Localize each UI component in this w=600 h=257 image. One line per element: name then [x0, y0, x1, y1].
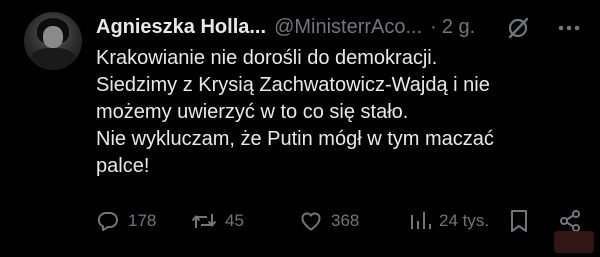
tweet-card[interactable]: Agnieszka Holla... @MinisterrAco... · 2 …: [0, 0, 600, 257]
grok-slash-circle-icon[interactable]: [506, 16, 530, 40]
like-button[interactable]: 368: [299, 205, 359, 237]
tweet-text-line: Siedzimy z Krysią Zachwatowicz-Wajdą i n…: [96, 74, 490, 96]
tweet-text-line: Krakowianie nie dorośli do demokracji.: [96, 47, 438, 69]
tweet-timestamp[interactable]: 2 g.: [442, 16, 475, 39]
header-separator: ·: [430, 15, 437, 38]
bookmark-icon: [508, 209, 530, 233]
share-icon: [558, 209, 582, 233]
views-button[interactable]: 24 tys.: [409, 205, 489, 237]
site-watermark-logo: [554, 231, 594, 253]
reply-button[interactable]: 178: [96, 205, 156, 237]
repost-button[interactable]: 45: [191, 205, 244, 237]
tweet-header: Agnieszka Holla... @MinisterrAco... · 2 …: [96, 13, 582, 41]
tweet-text-line: Nie wykluczam, że Putin mógł w tym macza…: [96, 128, 494, 150]
more-options-icon[interactable]: [556, 15, 582, 41]
reply-count: 178: [128, 211, 157, 230]
repost-count: 45: [225, 211, 244, 230]
avatar-face: [43, 26, 63, 48]
heart-icon: [299, 209, 323, 233]
views-bar-chart-icon: [409, 209, 431, 233]
reply-bubble-icon: [96, 209, 120, 233]
repost-arrows-icon: [191, 209, 217, 233]
avatar-body: [30, 48, 76, 70]
author-handle[interactable]: @MinisterrAco...: [274, 16, 422, 39]
tweet-actions: 178 45 368 24 tys.: [96, 205, 586, 237]
tweet-text-line: palce!: [96, 155, 150, 177]
views-count: 24 tys.: [439, 211, 490, 230]
tweet-text-line: możemy uwierzyć w to co się stało.: [96, 101, 409, 123]
tweet-text: Krakowianie nie dorośli do demokracji. S…: [96, 45, 586, 180]
avatar[interactable]: [24, 12, 82, 70]
like-count: 368: [331, 211, 360, 230]
bookmark-button[interactable]: [508, 205, 530, 237]
author-display-name[interactable]: Agnieszka Holla...: [96, 16, 266, 39]
